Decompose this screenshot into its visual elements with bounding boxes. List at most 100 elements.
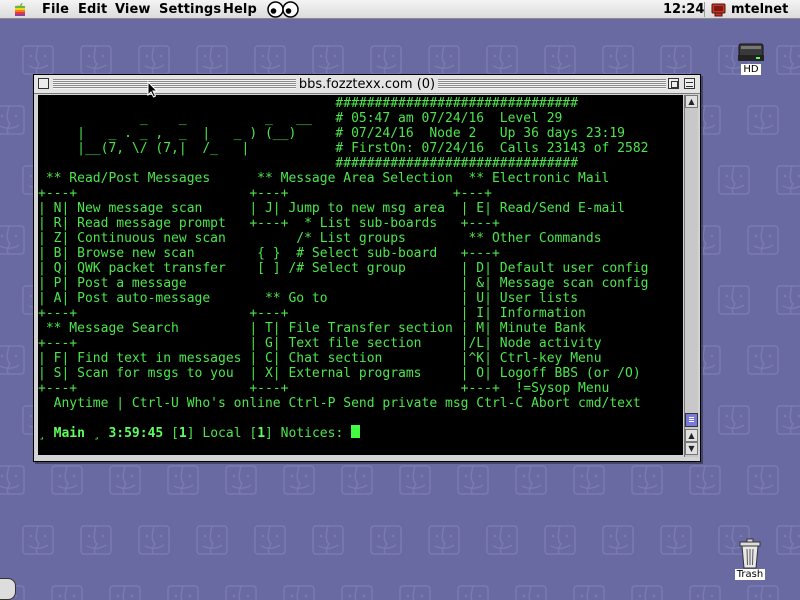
terminal-line: Anytime | Ctrl-U Who's online Ctrl-P Sen… (38, 396, 641, 411)
window-title-bar[interactable]: bbs.fozztexx.com (0) (34, 75, 700, 94)
terminal-line: +---+ +---+ +---+ !=Sysop Menu (38, 381, 610, 396)
terminal-line: | P| Post a message | &| Message scan co… (38, 276, 649, 291)
terminal-line: |__(7, \/ (7,| /_ | # FirstOn: 07/24/16 … (38, 141, 649, 156)
desktop-pattern-tile (283, 465, 315, 495)
menubar-separator (704, 2, 705, 17)
scroll-down-button[interactable]: ▼ (685, 442, 698, 455)
terminal-line: | A| Post auto-message ** Go to | U| Use… (38, 291, 579, 306)
menu-view[interactable]: View (115, 2, 151, 17)
prompt-text-1: [ (163, 426, 179, 441)
desktop-pattern-tile (167, 585, 199, 600)
xeyes-icon (267, 1, 299, 18)
desktop-pattern-tile (515, 585, 547, 600)
trash-can[interactable]: Trash (732, 538, 768, 580)
terminal-line: _ _ _ __ # 05:47 am 07/24/16 Level 29 (38, 111, 563, 126)
menu-edit[interactable]: Edit (78, 2, 107, 17)
menu-file[interactable]: File (42, 2, 69, 17)
desktop-pattern-tile (0, 225, 25, 255)
window-title: bbs.fozztexx.com (0) (296, 76, 438, 93)
desktop-pattern-tile (631, 585, 663, 600)
desktop-pattern-tile (22, 525, 54, 555)
desktop-pattern-tile (747, 585, 779, 600)
desktop-pattern-tile (341, 585, 373, 600)
desktop-pattern-tile (544, 525, 576, 555)
desktop-pattern-tile (689, 465, 721, 495)
terminal-line: | Z| Continuous new scan /* List groups … (38, 231, 602, 246)
text-cursor (351, 425, 361, 438)
desktop-pattern-tile (51, 465, 83, 495)
desktop-pattern-tile (486, 525, 518, 555)
application-icon (711, 3, 726, 17)
title-bar-stripes (53, 79, 296, 89)
desktop-pattern-tile (196, 525, 228, 555)
desktop-pattern-tile (254, 525, 286, 555)
zoom-box[interactable] (668, 78, 679, 89)
desktop-pattern-tile (138, 525, 170, 555)
desktop-pattern-tile (399, 585, 431, 600)
desktop-pattern-tile (109, 465, 141, 495)
prompt-area: Main (53, 426, 85, 441)
desktop-pattern-tile (0, 345, 25, 375)
desktop-pattern-tile (776, 165, 800, 195)
terminal-line: | S| Scan for msgs to you | X| External … (38, 366, 641, 381)
trash-icon (739, 538, 761, 569)
terminal-line: ############################### (38, 156, 579, 171)
terminal-line: ############################### (38, 96, 579, 111)
desktop-pattern-tile (718, 285, 750, 315)
trash-label: Trash (734, 569, 766, 580)
desktop-pattern-tile (457, 585, 489, 600)
desktop-pattern-tile (660, 525, 692, 555)
terminal-screen[interactable]: ############################### _ _ _ __… (38, 95, 683, 455)
terminal-line: +---+ +---+ +---+ (38, 186, 492, 201)
desktop-pattern-tile (747, 465, 779, 495)
command-prompt: ¸ Main ¸ 3:59:45 [1] Local [1] Notices: (38, 425, 361, 441)
desktop-pattern-tile (776, 285, 800, 315)
prompt-lead: ¸ (38, 426, 54, 441)
prompt-text-2: ] Local [ (186, 426, 258, 441)
desktop-pattern-tile (573, 585, 605, 600)
vertical-scrollbar[interactable]: ▲ ▲ ▼ (684, 95, 698, 457)
desktop-pattern-tile (109, 585, 141, 600)
hd-icon[interactable]: HD (734, 42, 768, 75)
desktop-pattern-tile (776, 525, 800, 555)
desktop-pattern-tile (747, 345, 779, 375)
desktop-pattern-tile (370, 525, 402, 555)
collapsed-window-tab[interactable] (0, 578, 16, 600)
scroll-up-button[interactable]: ▲ (685, 95, 698, 108)
desktop-pattern-tile (718, 405, 750, 435)
desktop-pattern-tile (573, 465, 605, 495)
desktop-pattern-tile (312, 525, 344, 555)
desktop-pattern-tile (747, 225, 779, 255)
desktop-pattern-tile (747, 105, 779, 135)
terminal-line: ** Message Search | T| File Transfer sec… (38, 321, 586, 336)
application-menu[interactable]: mtelnet (731, 2, 788, 17)
terminal-line: | F| Find text in messages | C| Chat sec… (38, 351, 602, 366)
mouse-pointer-icon (147, 81, 158, 98)
apple-menu-icon[interactable] (12, 2, 28, 18)
menu-bar: File Edit View Settings Help 12:24 mteln… (0, 0, 800, 19)
prompt-separator: ¸ (84, 426, 109, 441)
desktop-pattern-tile (776, 45, 800, 75)
desktop-pattern-tile (51, 585, 83, 600)
desktop-pattern-tile (225, 585, 257, 600)
scroll-up-button-bottom[interactable]: ▲ (685, 429, 698, 442)
menu-help[interactable]: Help (223, 2, 257, 17)
terminal-line: | _ . _ , _ | _ ) (__) # 07/24/16 Node 2… (38, 126, 625, 141)
collapse-box[interactable] (684, 78, 695, 89)
desktop-pattern-tile (515, 465, 547, 495)
menubar-clock[interactable]: 12:24 (663, 2, 704, 17)
desktop-pattern-tile (283, 585, 315, 600)
terminal-line: | R| Read message prompt +---+ * List su… (38, 216, 500, 231)
terminal-line: | B| Browse new scan { } # Select sub-bo… (38, 246, 500, 261)
hd-label: HD (741, 64, 761, 75)
scroll-thumb[interactable] (685, 413, 698, 427)
desktop-pattern-tile (167, 465, 199, 495)
terminal-line: | Q| QWK packet transfer [ ] /# Select g… (38, 261, 649, 276)
terminal-line: +---+ | G| Text file section |/L| Node a… (38, 336, 602, 351)
menu-settings[interactable]: Settings (159, 2, 221, 17)
terminal-line: ** Read/Post Messages ** Message Area Se… (38, 171, 610, 186)
prompt-text-3: ] Notices: (265, 426, 352, 441)
desktop-pattern-tile (457, 465, 489, 495)
close-box[interactable] (38, 78, 49, 89)
desktop-pattern-tile (80, 525, 112, 555)
